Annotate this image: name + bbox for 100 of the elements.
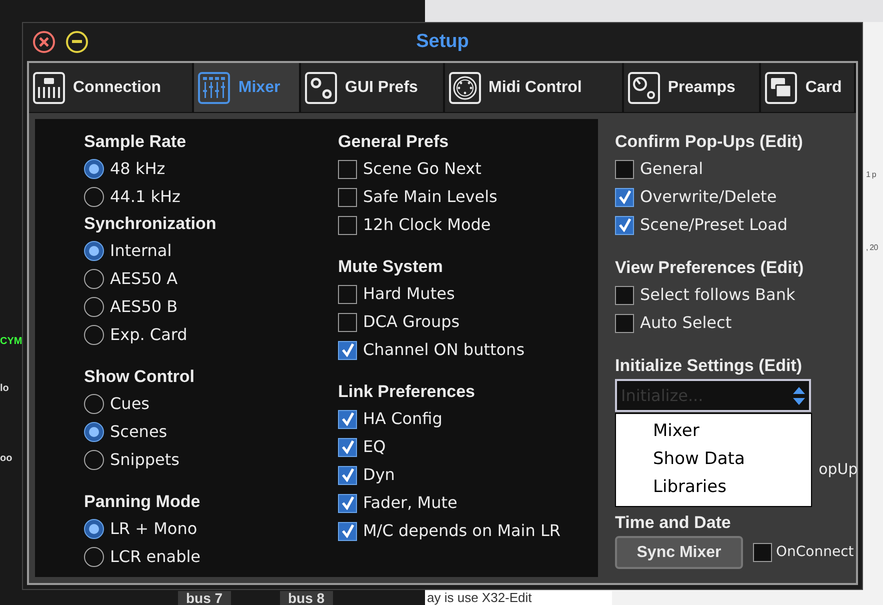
check-icon	[340, 412, 354, 426]
radio-button[interactable]	[84, 159, 104, 179]
gears-icon	[305, 72, 338, 104]
knob-icon	[628, 72, 660, 104]
radio-button[interactable]	[84, 519, 104, 539]
check-icon	[618, 190, 632, 204]
channel-label: lo	[0, 382, 9, 396]
option-label: 12h Clock Mode	[363, 214, 491, 236]
minimize-icon	[72, 40, 82, 44]
option-label: Scenes	[110, 421, 168, 443]
option-label: EQ	[363, 436, 386, 458]
checkbox[interactable]	[338, 284, 357, 304]
window-title: Setup	[416, 30, 469, 54]
option-label: AES50 B	[110, 296, 178, 318]
checkbox[interactable]	[338, 312, 357, 332]
page-text: , 20	[866, 242, 878, 254]
checkbox[interactable]	[338, 522, 357, 540]
checkbox[interactable]	[338, 160, 357, 178]
option-label: General	[640, 158, 704, 180]
menu-item[interactable]: Libraries	[616, 474, 811, 502]
checkbox[interactable]	[615, 160, 634, 178]
check-icon	[618, 218, 632, 232]
option-label: Dyn	[363, 464, 395, 486]
channel-label: oo	[0, 452, 12, 466]
page-text: ay is use X32-Edit	[425, 591, 612, 605]
bus-label: bus 8	[280, 591, 333, 605]
option-label: Internal	[110, 240, 172, 262]
faders-icon	[198, 72, 230, 104]
section-heading: Synchronization	[84, 213, 218, 235]
section-heading: Sample Rate	[84, 131, 188, 153]
radio-button[interactable]	[84, 241, 104, 261]
option-label: Cues	[110, 393, 150, 415]
option-label: Select follows Bank	[640, 284, 796, 306]
radio-button[interactable]	[84, 394, 104, 414]
section-heading: Panning Mode	[84, 491, 202, 513]
section-heading: Confirm Pop-Ups (Edit)	[615, 131, 804, 153]
section-heading: Time and Date	[615, 512, 732, 534]
checkbox[interactable]	[615, 216, 634, 234]
checkbox[interactable]	[338, 188, 357, 206]
radio-button[interactable]	[84, 269, 104, 289]
option-label: Hard Mutes	[363, 283, 455, 305]
option-label: Overwrite/Delete	[640, 186, 777, 208]
option-label: opUp	[818, 459, 858, 480]
check-icon	[340, 440, 354, 454]
bus-label: bus 7	[178, 591, 231, 605]
option-label: Scene Go Next	[363, 158, 482, 180]
channel-label: CYM	[0, 335, 22, 349]
option-label: LR + Mono	[110, 518, 198, 540]
option-label: M/C depends on Main LR	[363, 520, 560, 542]
section-heading: Show Control	[84, 366, 196, 388]
menu-item[interactable]: Mixer	[616, 418, 811, 446]
check-icon	[340, 496, 354, 510]
option-label: HA Config	[363, 408, 442, 430]
page-text: 1 p	[866, 169, 876, 181]
option-label: AES50 A	[110, 268, 178, 290]
option-label: 48 kHz	[110, 158, 166, 180]
option-label: OnConnect	[776, 543, 854, 562]
check-icon	[340, 524, 354, 538]
section-heading: View Preferences (Edit)	[615, 257, 805, 279]
section-heading: Initialize Settings (Edit)	[615, 355, 804, 377]
option-label: DCA Groups	[363, 311, 460, 333]
option-label: Exp. Card	[110, 324, 188, 346]
checkbox[interactable]	[338, 216, 357, 234]
checkbox[interactable]	[338, 340, 357, 360]
option-label: Auto Select	[640, 312, 732, 334]
option-label: Channel ON buttons	[363, 339, 525, 361]
checkbox[interactable]	[615, 286, 634, 304]
updown-icon	[793, 386, 805, 404]
section-heading: General Prefs	[338, 131, 450, 153]
checkbox[interactable]	[615, 188, 634, 206]
option-label: LCR enable	[110, 546, 201, 568]
minimize-button[interactable]	[66, 31, 88, 53]
checkbox[interactable]	[338, 466, 357, 484]
checkbox[interactable]	[753, 543, 772, 562]
checkbox[interactable]	[338, 494, 357, 512]
option-label: Safe Main Levels	[363, 186, 498, 208]
menu-item[interactable]: Show Data	[616, 446, 811, 474]
close-button[interactable]	[33, 31, 55, 53]
radio-button[interactable]	[84, 422, 104, 442]
tab[interactable]: Mixer	[194, 63, 302, 112]
sync-mixer-button[interactable]: Sync Mixer	[615, 536, 743, 569]
check-icon	[340, 468, 354, 482]
connector-icon	[448, 72, 480, 104]
checkbox[interactable]	[338, 410, 357, 428]
radio-button[interactable]	[84, 297, 104, 317]
radio-button[interactable]	[84, 187, 104, 207]
cards-icon	[765, 72, 798, 104]
checkbox[interactable]	[615, 314, 634, 332]
check-icon	[340, 343, 354, 357]
radio-button[interactable]	[84, 325, 104, 345]
section-heading: Mute System	[338, 256, 444, 278]
checkbox[interactable]	[338, 438, 357, 456]
radio-button[interactable]	[84, 450, 104, 470]
option-label: Scene/Preset Load	[640, 214, 788, 236]
close-icon	[39, 37, 49, 47]
option-label: 44.1 kHz	[110, 186, 180, 208]
option-label: Snippets	[110, 449, 180, 471]
section-heading: Link Preferences	[338, 381, 476, 403]
radio-button[interactable]	[84, 547, 104, 567]
option-label: Fader, Mute	[363, 492, 458, 514]
